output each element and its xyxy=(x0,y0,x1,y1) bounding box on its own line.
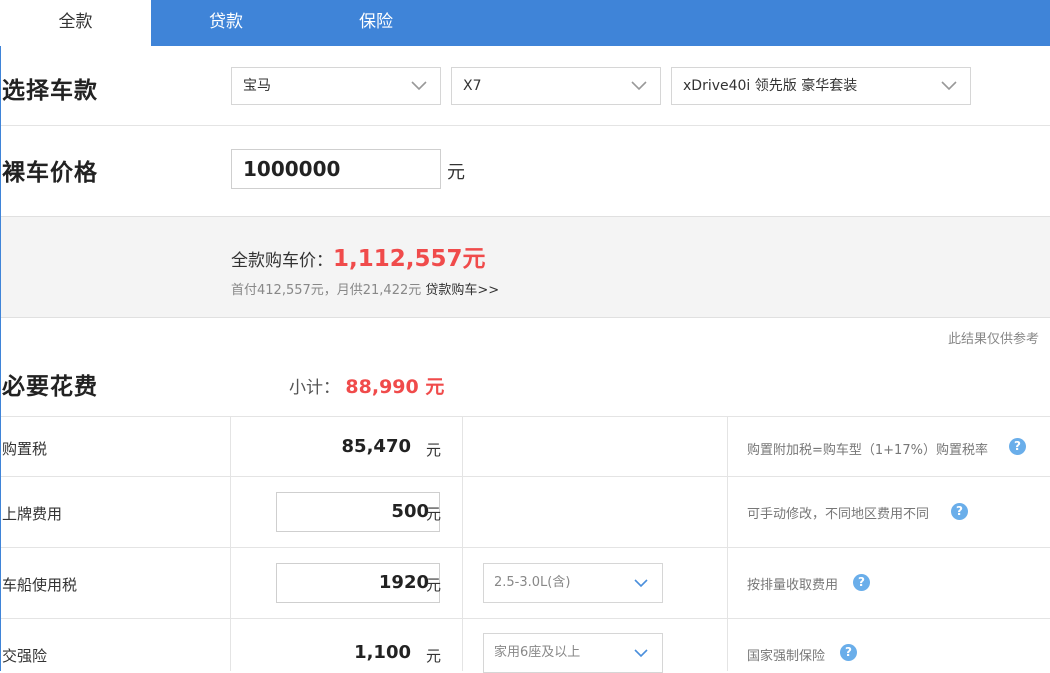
chevron-down-icon xyxy=(631,81,647,91)
total-price-label: 全款购车价： xyxy=(231,251,333,271)
select-model-heading: 选择车款 xyxy=(2,78,98,104)
total-price-value: 1,112,557元 xyxy=(333,246,486,272)
compulsory-insurance-unit: 元 xyxy=(426,647,442,665)
subtotal-label: 小计： xyxy=(289,378,340,398)
chevron-down-icon xyxy=(411,81,427,91)
series-select-value: X7 xyxy=(463,78,482,94)
tab-loan[interactable]: 贷款 xyxy=(151,0,301,46)
summary-panel: 全款购车价：1,112,557元 首付412,557元，月供21,422元 贷款… xyxy=(1,216,1050,318)
left-border xyxy=(0,46,1,671)
column-divider xyxy=(230,416,231,671)
question-icon[interactable]: ? xyxy=(853,574,870,591)
compulsory-insurance-label: 交强险 xyxy=(2,647,48,665)
bare-price-unit: 元 xyxy=(447,162,465,183)
displacement-select-value: 2.5-3.0L(含) xyxy=(494,575,571,590)
divider xyxy=(1,416,1050,417)
purchase-tax-value: 85,470 xyxy=(341,436,411,457)
column-divider xyxy=(727,416,728,671)
bare-price-heading: 裸车价格 xyxy=(2,160,98,186)
registration-fee-label: 上牌费用 xyxy=(2,505,63,523)
question-icon[interactable]: ? xyxy=(840,644,857,661)
chevron-down-icon xyxy=(634,579,648,588)
subtotal-value: 88,990 元 xyxy=(345,376,445,398)
disclaimer: 此结果仅供参考 xyxy=(948,332,1040,347)
trim-select-value: xDrive40i 领先版 豪华套装 xyxy=(683,78,858,94)
registration-fee-unit: 元 xyxy=(426,505,442,523)
required-costs-heading: 必要花费 xyxy=(2,374,98,400)
divider xyxy=(1,476,1050,477)
tab-bar: 全款 贷款 保险 xyxy=(0,0,1050,46)
divider xyxy=(1,618,1050,619)
chevron-down-icon xyxy=(634,649,648,658)
payment-detail: 首付412,557元，月供21,422元 xyxy=(231,283,422,298)
purchase-tax-note: 购置附加税=购车型（1+17%）购置税率 xyxy=(747,443,988,458)
divider xyxy=(1,125,1050,126)
seat-type-select[interactable]: 家用6座及以上 xyxy=(483,633,663,673)
question-icon[interactable]: ? xyxy=(951,503,968,520)
column-divider xyxy=(462,416,463,671)
compulsory-insurance-note: 国家强制保险 xyxy=(747,649,826,664)
vehicle-tax-input[interactable]: 1920 xyxy=(276,563,440,603)
seat-type-select-value: 家用6座及以上 xyxy=(494,645,581,660)
question-icon[interactable]: ? xyxy=(1009,438,1026,455)
purchase-tax-unit: 元 xyxy=(426,441,442,459)
brand-select[interactable]: 宝马 xyxy=(231,67,441,105)
registration-fee-input[interactable]: 500 xyxy=(276,492,440,532)
total-price-line: 全款购车价：1,112,557元 xyxy=(231,239,486,273)
series-select[interactable]: X7 xyxy=(451,67,661,105)
tab-full-payment[interactable]: 全款 xyxy=(0,0,151,46)
vehicle-tax-unit: 元 xyxy=(426,576,442,594)
subtotal-line: 小计： 88,990 元 xyxy=(289,372,444,399)
purchase-tax-label: 购置税 xyxy=(2,440,48,458)
chevron-down-icon xyxy=(941,81,957,91)
loan-purchase-link[interactable]: 贷款购车>> xyxy=(425,283,499,298)
brand-select-value: 宝马 xyxy=(243,78,271,94)
compulsory-insurance-value: 1,100 xyxy=(354,642,411,663)
vehicle-tax-label: 车船使用税 xyxy=(2,576,78,594)
divider xyxy=(1,547,1050,548)
displacement-select[interactable]: 2.5-3.0L(含) xyxy=(483,563,663,603)
registration-fee-note: 可手动修改，不同地区费用不同 xyxy=(747,507,930,522)
vehicle-tax-note: 按排量收取费用 xyxy=(747,578,839,593)
tab-insurance[interactable]: 保险 xyxy=(301,0,451,46)
bare-price-input[interactable]: 1000000 xyxy=(231,149,441,189)
payment-detail-line: 首付412,557元，月供21,422元 贷款购车>> xyxy=(231,279,499,298)
trim-select[interactable]: xDrive40i 领先版 豪华套装 xyxy=(671,67,971,105)
